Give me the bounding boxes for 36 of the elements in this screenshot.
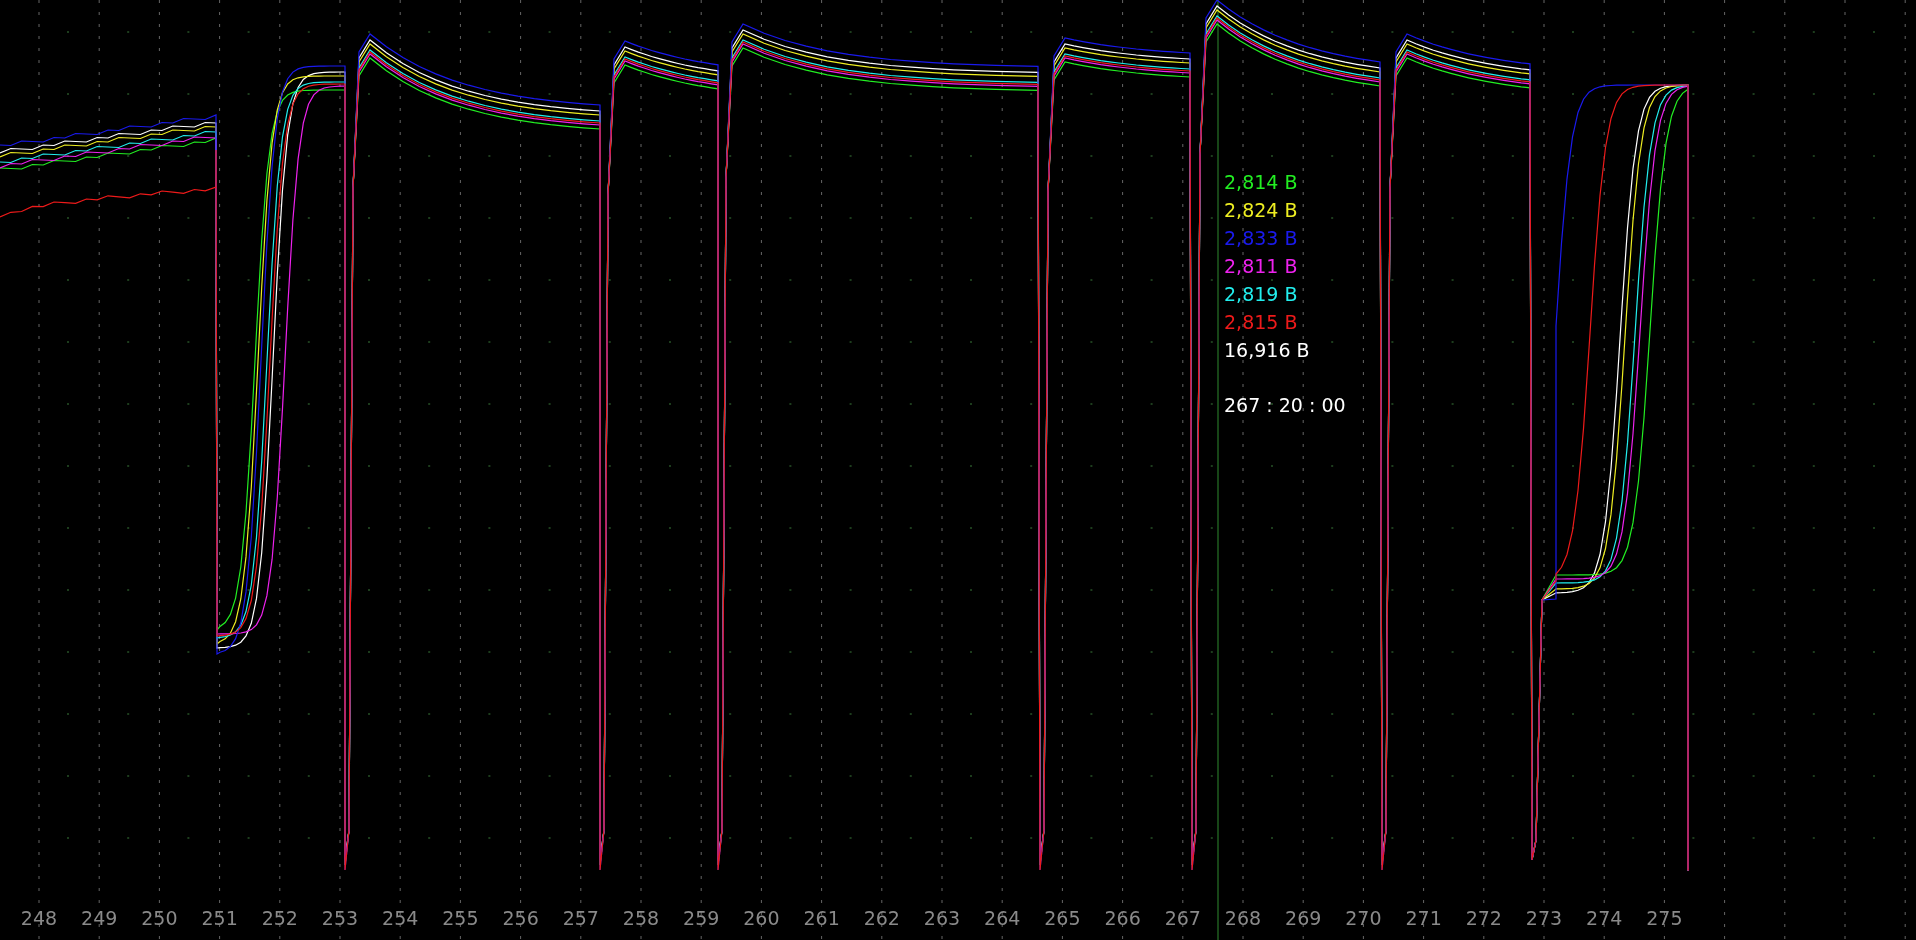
axis-label: 269 <box>1285 907 1322 929</box>
axis-label: 275 <box>1646 907 1683 929</box>
axis-label: 268 <box>1224 907 1262 929</box>
readout-value: 2,814 B <box>1224 172 1298 193</box>
axis-label: 271 <box>1405 907 1442 929</box>
axis-label: 260 <box>743 907 780 929</box>
axis-label: 263 <box>923 907 961 929</box>
axis-label: 266 <box>1104 907 1141 929</box>
axis-label: 259 <box>683 907 720 929</box>
axis-label: 265 <box>1044 907 1081 929</box>
readout-value: 2,824 B <box>1224 200 1298 221</box>
axis-label: 274 <box>1586 907 1623 929</box>
cursor-time: 267 : 20 : 00 <box>1224 395 1346 416</box>
axis-label: 255 <box>442 907 479 929</box>
readout-value: 2,819 B <box>1224 284 1298 305</box>
axis-label: 267 <box>1164 907 1201 929</box>
readout-value: 16,916 B <box>1224 340 1310 361</box>
axis-label: 257 <box>562 907 599 929</box>
axis-label: 249 <box>81 907 118 929</box>
axis-label: 256 <box>502 907 539 929</box>
axis-label: 272 <box>1465 907 1502 929</box>
readout-value: 2,811 B <box>1224 256 1298 277</box>
axis-label: 258 <box>622 907 660 929</box>
axis-label: 254 <box>382 907 419 929</box>
axis-label: 251 <box>201 907 238 929</box>
readout-value: 2,833 B <box>1224 228 1298 249</box>
axis-label: 252 <box>261 907 298 929</box>
axis-label: 270 <box>1345 907 1382 929</box>
axis-label: 253 <box>321 907 359 929</box>
axis-label: 273 <box>1525 907 1563 929</box>
readout-value: 2,815 B <box>1224 312 1298 333</box>
axis-label: 261 <box>803 907 840 929</box>
axis-label: 262 <box>863 907 900 929</box>
axis-label: 248 <box>20 907 58 929</box>
axis-label: 264 <box>984 907 1021 929</box>
axis-label: 250 <box>141 907 178 929</box>
